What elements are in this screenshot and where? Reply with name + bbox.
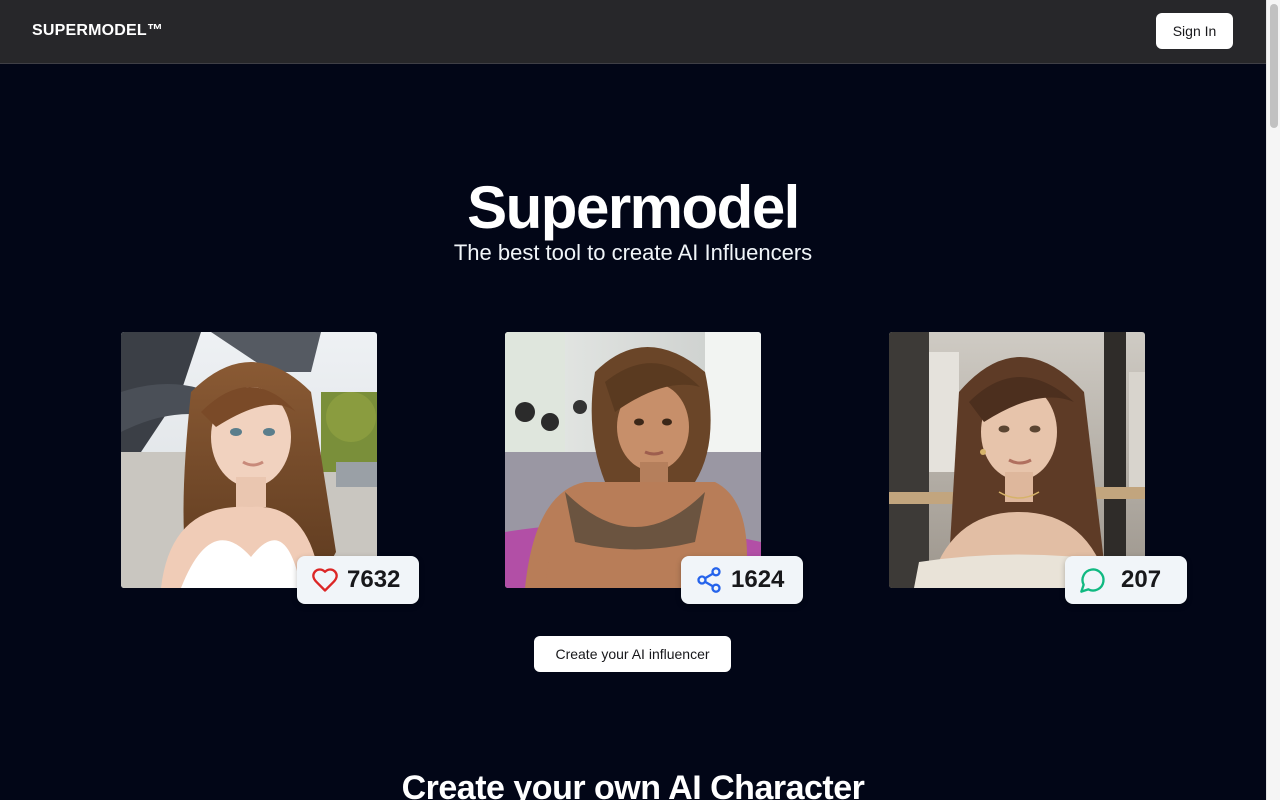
hero-title: Supermodel xyxy=(467,174,800,241)
section-title: Create your own AI Character xyxy=(401,769,865,800)
share-icon xyxy=(695,566,723,594)
hero-subtitle: The best tool to create AI Influencers xyxy=(453,240,813,265)
influencer-card-3-image xyxy=(889,332,1145,588)
influencer-card-2-image xyxy=(505,332,761,588)
brand-logo[interactable]: SUPERMODEL™ xyxy=(32,22,163,40)
message-icon xyxy=(1079,566,1107,594)
shares-count: 1624 xyxy=(731,566,785,593)
likes-count: 7632 xyxy=(347,566,401,593)
comments-badge: 207 xyxy=(1065,556,1187,604)
heart-icon xyxy=(311,566,339,594)
likes-badge: 7632 xyxy=(297,556,419,604)
sign-in-button[interactable]: Sign In xyxy=(1156,13,1233,49)
woman-at-eiffel-tower-photo xyxy=(121,332,377,588)
page-scrollbar[interactable] xyxy=(1266,0,1280,800)
shares-badge: 1624 xyxy=(681,556,803,604)
woman-at-gym-photo xyxy=(505,332,761,588)
comments-count: 207 xyxy=(1121,566,1162,593)
top-navbar: SUPERMODEL™ Sign In xyxy=(0,0,1266,64)
create-influencer-button[interactable]: Create your AI influencer xyxy=(534,636,731,672)
scrollbar-thumb[interactable] xyxy=(1270,4,1278,128)
woman-at-cafe-photo xyxy=(889,332,1145,588)
influencer-card-1-image xyxy=(121,332,377,588)
